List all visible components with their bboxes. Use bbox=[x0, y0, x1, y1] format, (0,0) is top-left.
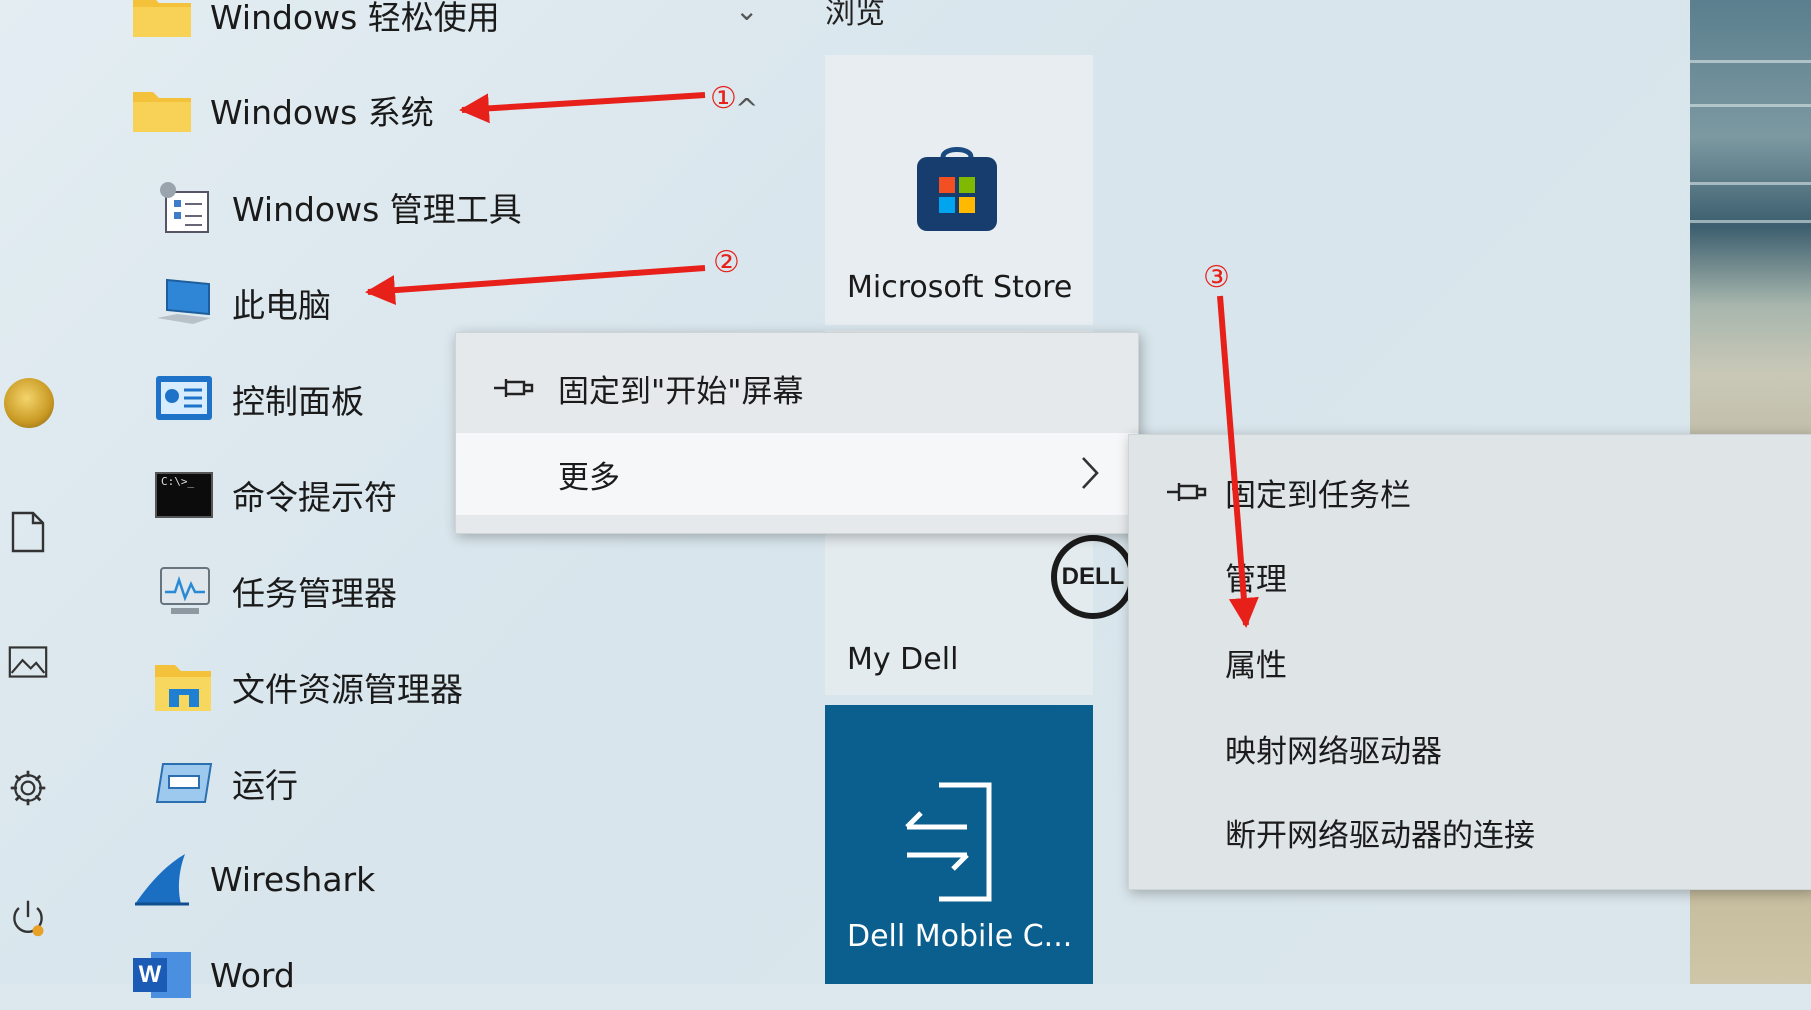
properties-menu-item[interactable]: 属性 bbox=[1129, 629, 1811, 695]
folder-icon bbox=[130, 80, 194, 140]
pin-to-start-menu-item[interactable]: 固定到"开始"屏幕 bbox=[456, 355, 1138, 421]
disconnect-network-drive-menu-item[interactable]: 断开网络驱动器的连接 bbox=[1129, 799, 1811, 865]
app-label: Wireshark bbox=[210, 859, 376, 899]
menu-item-label: 属性 bbox=[1225, 647, 1287, 684]
admin-tools-icon bbox=[152, 177, 216, 237]
app-label: Windows 轻松使用 bbox=[210, 0, 500, 37]
mobile-connect-icon bbox=[897, 777, 1017, 911]
expand-chevron-icon[interactable]: ^ bbox=[735, 92, 758, 125]
app-label: 运行 bbox=[232, 766, 298, 805]
dell-mobile-connect-tile[interactable]: Dell Mobile C... bbox=[825, 705, 1093, 984]
app-label: 任务管理器 bbox=[232, 574, 397, 613]
app-label: Word bbox=[210, 955, 295, 995]
menu-item-label: 固定到"开始"屏幕 bbox=[558, 373, 804, 410]
app-label: 控制面板 bbox=[232, 382, 364, 421]
this-pc-icon bbox=[152, 273, 216, 333]
document-icon[interactable] bbox=[8, 511, 48, 553]
app-list-item[interactable]: 任务管理器 bbox=[152, 556, 397, 626]
app-list-item[interactable]: 控制面板 bbox=[152, 364, 364, 434]
menu-item-label: 固定到任务栏 bbox=[1225, 477, 1411, 514]
app-list-item[interactable]: Windows 轻松使用 bbox=[130, 0, 500, 50]
collapse-chevron-icon[interactable]: ⌄ bbox=[735, 0, 758, 27]
more-menu-item[interactable]: 更多 bbox=[456, 433, 1138, 515]
pin-icon bbox=[1165, 479, 1225, 505]
cmd-icon: C:\>_ bbox=[152, 465, 216, 525]
menu-item-label: 更多 bbox=[558, 459, 620, 496]
app-list-item[interactable]: 运行 bbox=[152, 748, 298, 818]
file-explorer-icon bbox=[152, 657, 216, 717]
app-label: 命令提示符 bbox=[232, 478, 397, 517]
pin-icon bbox=[492, 375, 558, 401]
power-icon[interactable] bbox=[8, 898, 48, 938]
word-icon: W bbox=[130, 945, 194, 1005]
tile-label: Microsoft Store bbox=[847, 270, 1073, 305]
app-label: Windows 系统 bbox=[210, 93, 434, 132]
task-manager-icon bbox=[152, 561, 216, 621]
control-panel-icon bbox=[152, 369, 216, 429]
pictures-icon[interactable] bbox=[8, 642, 48, 682]
app-label: Windows 管理工具 bbox=[232, 190, 522, 229]
menu-item-label: 映射网络驱动器 bbox=[1225, 733, 1442, 770]
app-label: 文件资源管理器 bbox=[232, 670, 463, 709]
more-submenu: 固定到任务栏 管理 属性 映射网络驱动器 断开网络驱动器的连接 bbox=[1128, 434, 1811, 890]
menu-item-label: 断开网络驱动器的连接 bbox=[1225, 817, 1535, 854]
user-avatar[interactable] bbox=[4, 378, 54, 428]
dell-logo-icon: DELL bbox=[1051, 535, 1135, 619]
app-list-item[interactable]: Windows 系统 bbox=[130, 75, 434, 145]
pin-to-taskbar-menu-item[interactable]: 固定到任务栏 bbox=[1129, 459, 1811, 525]
settings-gear-icon[interactable] bbox=[8, 768, 48, 808]
app-list-item[interactable]: Wireshark bbox=[130, 844, 375, 914]
app-list-item[interactable]: Windows 管理工具 bbox=[152, 172, 522, 242]
run-icon bbox=[152, 753, 216, 813]
app-list-item[interactable]: W Word bbox=[130, 940, 295, 1010]
wireshark-icon bbox=[130, 849, 194, 909]
app-list-item[interactable]: 文件资源管理器 bbox=[152, 652, 463, 722]
manage-menu-item[interactable]: 管理 bbox=[1129, 543, 1811, 609]
app-label: 此电脑 bbox=[232, 286, 331, 325]
folder-icon bbox=[130, 0, 194, 45]
microsoft-store-tile[interactable]: Microsoft Store bbox=[825, 55, 1093, 325]
microsoft-store-icon bbox=[913, 143, 1001, 239]
tile-section-header: 浏览 bbox=[825, 0, 885, 31]
menu-item-label: 管理 bbox=[1225, 561, 1287, 598]
app-list-item[interactable]: 此电脑 bbox=[152, 268, 331, 338]
map-network-drive-menu-item[interactable]: 映射网络驱动器 bbox=[1129, 715, 1811, 781]
chevron-right-icon bbox=[1080, 455, 1100, 495]
context-menu: 固定到"开始"屏幕 更多 bbox=[455, 332, 1139, 534]
tile-label: Dell Mobile C... bbox=[847, 919, 1073, 954]
app-list-item[interactable]: C:\>_ 命令提示符 bbox=[152, 460, 397, 530]
tile-label: My Dell bbox=[847, 642, 959, 677]
